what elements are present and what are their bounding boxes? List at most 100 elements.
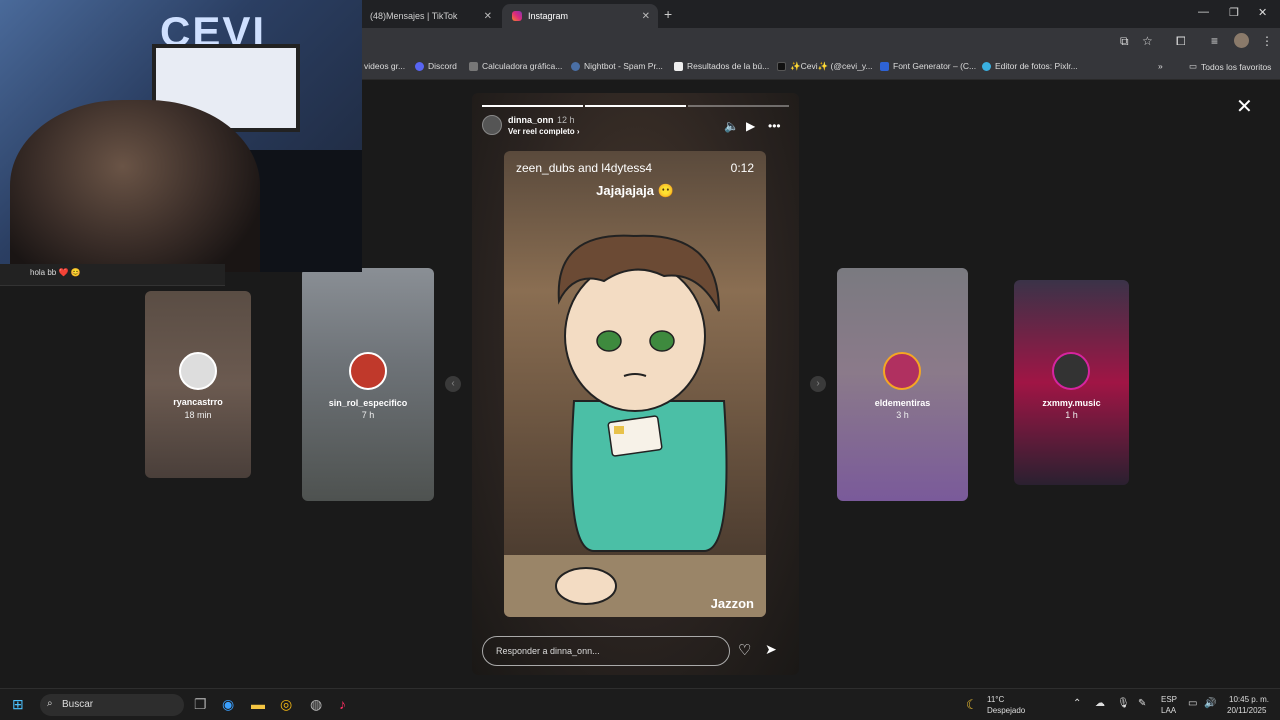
pixlr-icon (982, 61, 991, 71)
reply-input[interactable]: Responder a dinna_onn... (482, 636, 730, 666)
more-bookmarks-icon[interactable]: » (1158, 61, 1163, 71)
clock-date[interactable]: 20/11/2025 (1227, 706, 1266, 715)
story-author-avatar[interactable] (482, 115, 502, 135)
more-options-icon[interactable]: ••• (768, 119, 781, 133)
language-top[interactable]: ESP (1161, 695, 1177, 704)
chrome-icon[interactable]: ◎ (280, 696, 292, 713)
bookmark-item[interactable]: Font Generator – (C... (880, 61, 976, 71)
chat-strip: hola bb ❤️ 😊 (0, 264, 225, 286)
active-story[interactable]: dinna_onn 12 h Ver reel completo › 🔈 ▶ •… (472, 93, 799, 675)
more-menu-icon[interactable]: ⋮ (1261, 34, 1273, 48)
weather-desc: Despejado (987, 706, 1026, 715)
bookmark-item[interactable]: videos gr... (364, 61, 405, 71)
story-user: sin_rol_especifico (328, 398, 408, 408)
avatar (179, 352, 217, 390)
view-full-reel-link[interactable]: Ver reel completo › (508, 127, 580, 136)
minimize-icon[interactable]: — (1198, 6, 1209, 18)
tab-tiktok[interactable]: (48)Mensajes | TikTok ✕ (360, 4, 500, 28)
instagram-icon (512, 11, 522, 21)
story-user: ryancastrro (173, 397, 223, 407)
avatar (883, 352, 921, 390)
show-hidden-icons-icon[interactable]: ⌃ (1073, 698, 1081, 709)
avatar (349, 352, 387, 390)
story-card-sin-rol-especifico[interactable]: sin_rol_especifico 7 h (302, 268, 434, 501)
volume-icon[interactable]: 🔊 (1204, 698, 1216, 709)
story-author-name[interactable]: dinna_onn (508, 115, 554, 125)
obs-icon[interactable]: ◍ (310, 696, 322, 713)
search-label: Buscar (62, 699, 94, 710)
story-card-eldementiras[interactable]: eldementiras 3 h (837, 268, 968, 501)
chat-message: hola bb ❤️ 😊 (30, 268, 81, 277)
bookmark-label: Font Generator – (C... (893, 61, 977, 71)
send-icon[interactable]: ➤ (765, 641, 777, 658)
bookmark-label: Discord (428, 61, 457, 71)
calculator-icon (469, 61, 478, 71)
bookmark-item[interactable]: Resultados de la bú... (674, 61, 769, 71)
clock-time[interactable]: 10:45 p. m. (1229, 695, 1269, 704)
story-card-ryancastrro[interactable]: ryancastrro 18 min (145, 291, 251, 478)
story-time: 12 h (557, 115, 575, 125)
close-tab-icon[interactable]: ✕ (484, 11, 492, 22)
jazzon-watermark: Jazzon (710, 596, 754, 611)
close-viewer-icon[interactable]: ✕ (1236, 94, 1253, 119)
bookmark-item[interactable]: Calculadora gráfica... (469, 61, 562, 71)
streamer-image (10, 100, 260, 272)
webcam-overlay: CEVI (0, 0, 362, 272)
bookmark-label: Editor de fotos: Pixlr... (995, 61, 1078, 71)
story-user: eldementiras (874, 398, 931, 408)
pen-icon[interactable]: ✎ (1138, 698, 1146, 709)
profile-avatar[interactable] (1234, 33, 1249, 48)
story-progress-segment (585, 105, 686, 107)
bookmark-item[interactable]: Editor de fotos: Pixlr... (982, 61, 1078, 71)
language-bottom[interactable]: LAA (1161, 706, 1176, 715)
microphone-icon[interactable]: 🎙 (1117, 698, 1130, 709)
task-view-icon[interactable]: ❐ (194, 696, 207, 713)
mute-icon[interactable]: 🔈 (724, 119, 739, 133)
taskbar-search[interactable]: ⌕ Buscar (40, 694, 184, 716)
story-video[interactable]: zeen_dubs and l4dytess4 0:12 Jajajajaja … (504, 151, 766, 617)
media-control-icon[interactable]: ≡ (1211, 34, 1218, 48)
install-app-icon[interactable]: ⧉ (1120, 34, 1129, 49)
story-progress-segment (688, 105, 789, 107)
bookmark-label: ✨Cevi✨ (@cevi_y... (790, 61, 873, 71)
file-explorer-icon[interactable]: ▬ (251, 696, 265, 712)
edge-icon[interactable]: ◉ (222, 696, 234, 713)
network-icon[interactable]: ▭ (1188, 698, 1197, 709)
tab-instagram[interactable]: Instagram ✕ (502, 4, 658, 28)
onedrive-icon[interactable]: ☁ (1095, 698, 1105, 709)
windows-taskbar: ⊞ ⌕ Buscar ❐ ◉ ▬ ◎ ◍ ♪ ☾ 11°C Despejado … (0, 688, 1280, 720)
search-icon: ⌕ (47, 698, 53, 709)
bookmark-star-icon[interactable]: ☆ (1142, 34, 1153, 48)
restore-icon[interactable]: ❐ (1229, 6, 1239, 19)
bookmark-item[interactable]: Nightbot - Spam Pr... (571, 61, 663, 71)
tab-label: Instagram (528, 11, 569, 21)
bookmark-label: videos gr... (364, 61, 406, 71)
window-close-icon[interactable]: ✕ (1258, 6, 1267, 19)
story-time: 1 h (1065, 410, 1078, 420)
next-story-icon[interactable]: › (810, 376, 826, 392)
windows-start-icon[interactable]: ⊞ (12, 696, 24, 713)
bookmark-label: Calculadora gráfica... (482, 61, 563, 71)
new-tab-icon[interactable]: + (664, 6, 672, 22)
discord-icon (415, 61, 424, 71)
story-progress-segment (482, 105, 583, 107)
story-time: 18 min (184, 410, 212, 420)
document-icon (674, 61, 683, 71)
like-heart-icon[interactable]: ♡ (738, 641, 751, 659)
avatar (1052, 352, 1090, 390)
bookmark-item[interactable]: Discord (415, 61, 457, 71)
previous-story-icon[interactable]: ‹ (445, 376, 461, 392)
bookmark-label: Todos los favoritos (1201, 61, 1272, 72)
tiktok-icon (777, 62, 786, 71)
story-time: 7 h (361, 410, 375, 420)
bookmark-label: Nightbot - Spam Pr... (584, 61, 663, 71)
extensions-icon[interactable]: ⧠ (1176, 34, 1186, 49)
bookmark-item[interactable]: ✨Cevi✨ (@cevi_y... (777, 61, 873, 72)
play-icon[interactable]: ▶ (746, 119, 755, 133)
story-card-zxmmy-music[interactable]: zxmmy.music 1 h (1014, 280, 1129, 485)
tab-label: (48)Mensajes | TikTok (370, 11, 458, 21)
all-bookmarks-folder[interactable]: ▭ Todos los favoritos (1189, 61, 1271, 72)
story-user: zxmmy.music (1042, 398, 1101, 408)
close-tab-icon[interactable]: ✕ (642, 11, 650, 22)
tiktok-app-icon[interactable]: ♪ (339, 696, 346, 712)
